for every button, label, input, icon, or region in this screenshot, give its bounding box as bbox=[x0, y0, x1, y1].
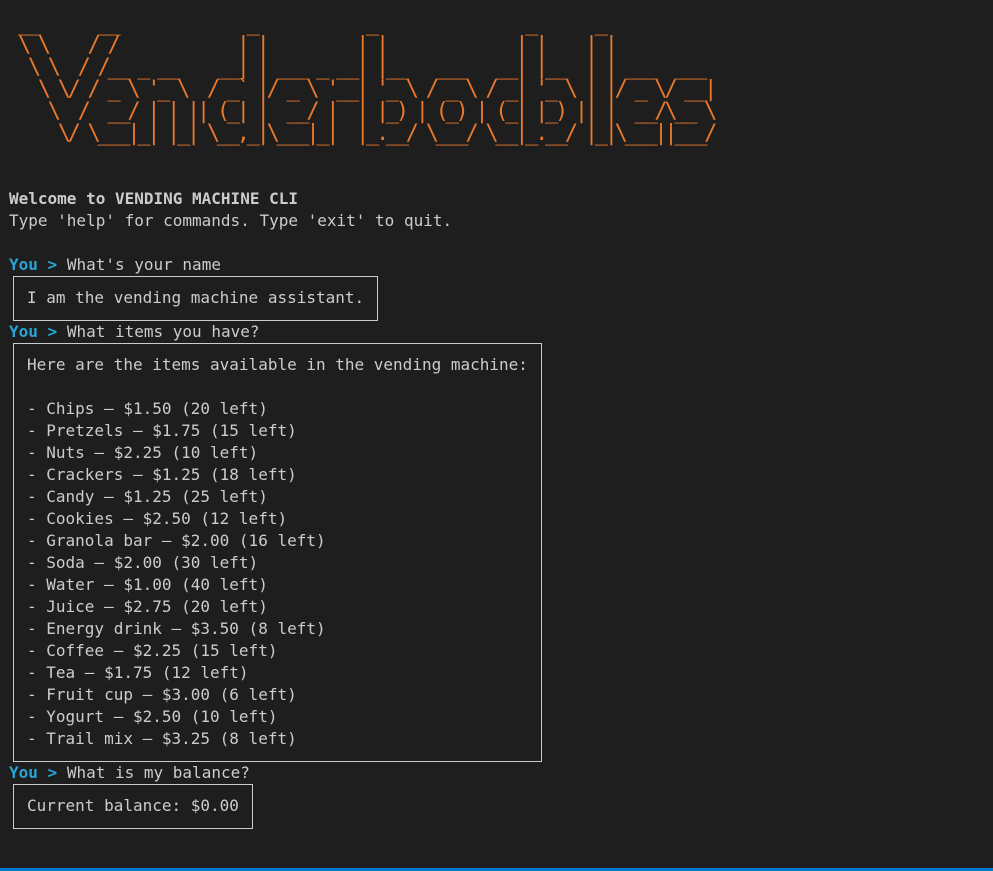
item-line: - Yogurt – $2.50 (10 left) bbox=[27, 707, 278, 726]
user-message-text: What items you have? bbox=[66, 322, 260, 341]
item-line: - Cookies – $2.50 (12 left) bbox=[27, 509, 288, 528]
response-container: I am the vending machine assistant. bbox=[9, 276, 993, 321]
response-box: I am the vending machine assistant. bbox=[13, 276, 379, 321]
welcome-message: Welcome to VENDING MACHINE CLI bbox=[9, 189, 298, 208]
item-line: - Pretzels – $1.75 (15 left) bbox=[27, 421, 297, 440]
terminal-output: Welcome to VENDING MACHINE CLI Type 'hel… bbox=[9, 188, 993, 829]
item-line: - Energy drink – $3.50 (8 left) bbox=[27, 619, 326, 638]
response-line: Here are the items available in the vend… bbox=[27, 355, 528, 374]
user-label: You bbox=[9, 255, 38, 274]
banner-line: \/ \___|_| |_| \__,_|\___|_| |_.__/ \___… bbox=[8, 121, 718, 146]
ascii-banner: __ __ _ _ _ _ \ \ / / | | | | | | | | \ … bbox=[8, 13, 718, 146]
response-box: Here are the items available in the vend… bbox=[13, 343, 542, 762]
item-line: - Fruit cup – $3.00 (6 left) bbox=[27, 685, 297, 704]
item-line: - Trail mix – $3.25 (8 left) bbox=[27, 729, 297, 748]
user-label: You bbox=[9, 763, 38, 782]
response-container: Here are the items available in the vend… bbox=[9, 343, 993, 762]
help-hint: Type 'help' for commands. Type 'exit' to… bbox=[9, 211, 453, 230]
item-line: - Coffee – $2.25 (15 left) bbox=[27, 641, 278, 660]
user-message: You > What items you have? bbox=[9, 321, 993, 343]
user-message-text: What's your name bbox=[66, 255, 221, 274]
response-line: Current balance: $0.00 bbox=[27, 796, 239, 815]
item-line: - Water – $1.00 (40 left) bbox=[27, 575, 268, 594]
prompt-separator: > bbox=[47, 322, 58, 341]
item-line: - Chips – $1.50 (20 left) bbox=[27, 399, 268, 418]
response-box: Current balance: $0.00 bbox=[13, 784, 253, 829]
response-line: I am the vending machine assistant. bbox=[27, 288, 365, 307]
user-message: You > What's your name bbox=[9, 254, 993, 276]
item-line: - Candy – $1.25 (25 left) bbox=[27, 487, 268, 506]
terminal-window[interactable]: __ __ _ _ _ _ \ \ / / | | | | | | | | \ … bbox=[0, 0, 993, 871]
item-line: - Granola bar – $2.00 (16 left) bbox=[27, 531, 326, 550]
item-line: - Nuts – $2.25 (10 left) bbox=[27, 443, 259, 462]
response-line bbox=[27, 376, 528, 398]
user-message-text: What is my balance? bbox=[66, 763, 250, 782]
user-label: You bbox=[9, 322, 38, 341]
prompt-separator: > bbox=[47, 255, 58, 274]
item-line: - Juice – $2.75 (20 left) bbox=[27, 597, 268, 616]
item-line: - Tea – $1.75 (12 left) bbox=[27, 663, 249, 682]
item-line: - Soda – $2.00 (30 left) bbox=[27, 553, 259, 572]
prompt-separator: > bbox=[47, 763, 58, 782]
user-message: You > What is my balance? bbox=[9, 762, 993, 784]
item-line: - Crackers – $1.25 (18 left) bbox=[27, 465, 297, 484]
response-container: Current balance: $0.00 bbox=[9, 784, 993, 829]
